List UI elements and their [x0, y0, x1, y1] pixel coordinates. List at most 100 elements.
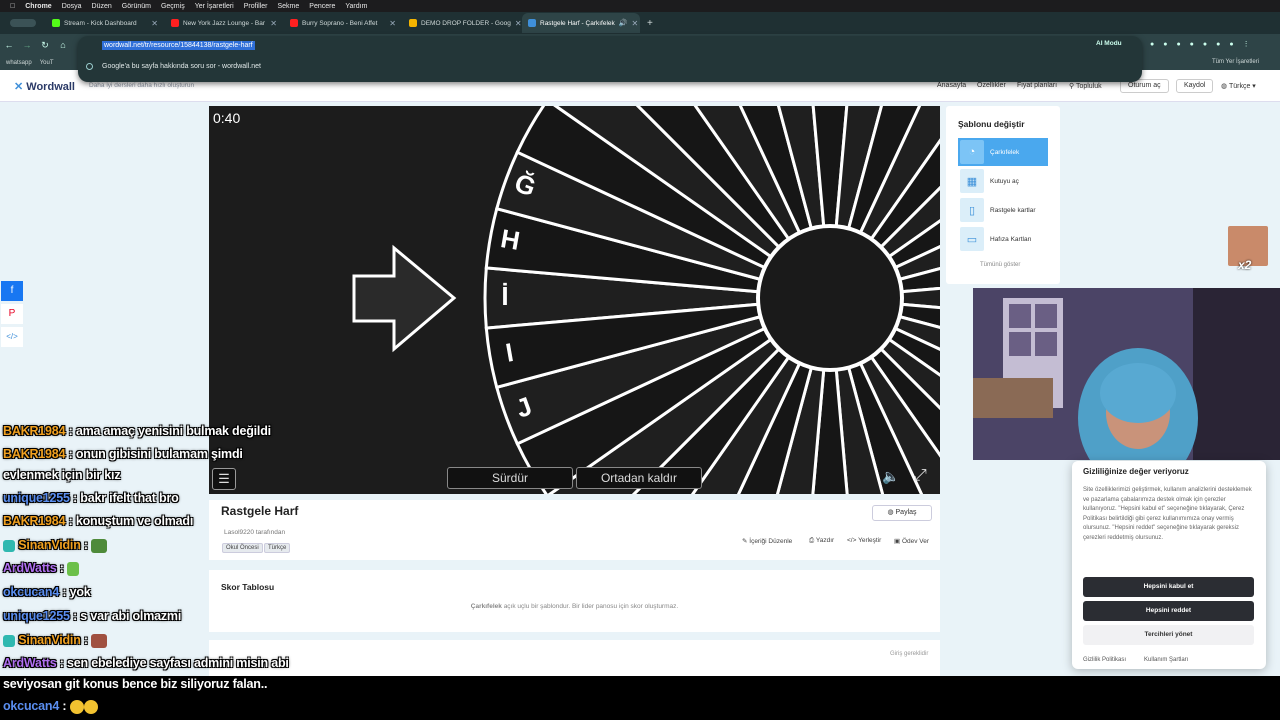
tab-group-pill[interactable] — [0, 13, 46, 33]
embed-link[interactable]: </> Yerleştir — [847, 537, 881, 544]
volume-icon[interactable]: 🔈 — [882, 468, 899, 485]
chat-text: : sen ebelediye sayfası admini misin abi — [56, 656, 289, 670]
activity-author: Lasol9220 tarafından — [224, 529, 285, 536]
tab-jazz-lounge[interactable]: New York Jazz Lounge - Bar ✕ — [165, 13, 283, 33]
manage-preferences-button[interactable]: Tercihleri yönet — [1083, 625, 1254, 645]
back-icon[interactable]: ← — [0, 40, 18, 50]
nav-home[interactable]: Anasayfa — [937, 82, 966, 89]
remove-button[interactable]: Ortadan kaldır — [576, 467, 702, 489]
youtube-icon — [171, 19, 179, 27]
resume-button[interactable]: Sürdür — [447, 467, 573, 489]
print-label: Yazdır — [815, 537, 835, 544]
menu-history[interactable]: Geçmiş — [161, 3, 185, 10]
wheel-letter: İ — [501, 281, 508, 311]
template-random-cards[interactable]: ▯ Rastgele kartlar — [958, 196, 1048, 224]
omnibox-dropdown[interactable]: wordwall.net/tr/resource/15844138/rastge… — [78, 36, 1142, 82]
cookie-text: Site özelliklerimizi geliştirmek, kullan… — [1083, 487, 1252, 541]
menu-edit[interactable]: Düzen — [92, 3, 112, 10]
forward-icon[interactable]: → — [18, 40, 36, 50]
gemini-icon — [86, 63, 93, 70]
fullscreen-icon[interactable]: ⤢ — [914, 467, 927, 485]
menu-window[interactable]: Pencere — [309, 3, 335, 10]
menu-file[interactable]: Dosya — [62, 3, 82, 10]
assign-link[interactable]: ▣ Ödev Ver — [894, 537, 929, 545]
tag-turkish[interactable]: Türkçe — [264, 543, 291, 553]
nav-community[interactable]: ⚲ Topluluk — [1069, 82, 1102, 90]
signup-button[interactable]: Kaydol — [1176, 79, 1214, 93]
tab-burry-soprano[interactable]: Burry Soprano - Beni Affet ✕ — [284, 13, 402, 33]
speaker-icon[interactable]: 🔊 — [619, 19, 628, 27]
print-link[interactable]: ⎙ Yazdır — [809, 537, 834, 545]
author-name[interactable]: Lasol9220 — [224, 529, 254, 536]
youtube-icon — [290, 19, 298, 27]
extension-icons[interactable]: ●●●●●●●⋮ — [1150, 40, 1259, 48]
tab-strip: Stream - Kick Dashboard ✕ New York Jazz L… — [0, 12, 1280, 34]
chat-username: unique1255 — [3, 491, 70, 505]
template-open-box[interactable]: ▦ Kutuyu aç — [958, 167, 1048, 195]
menu-profiles[interactable]: Profiller — [244, 3, 268, 10]
tab-demo-drop-folder[interactable]: DEMO DROP FOLDER - Goog ✕ — [403, 13, 521, 33]
menu-tab[interactable]: Sekme — [277, 3, 299, 10]
chat-text: : konuştum ve olmadı — [65, 514, 194, 528]
menu-chrome[interactable]: Chrome — [25, 3, 51, 10]
menu-bookmarks[interactable]: Yer İşaretleri — [195, 3, 234, 10]
facebook-icon[interactable]: f — [1, 281, 23, 301]
close-icon[interactable]: ✕ — [389, 19, 396, 28]
cookie-title: Gizliliğinize değer veriyoruz — [1083, 467, 1189, 476]
all-bookmarks[interactable]: Tüm Yer İşaretleri — [1212, 59, 1259, 65]
language-select[interactable]: ◍ Türkçe ▾ — [1221, 82, 1256, 90]
search-icon: ⚲ — [1069, 83, 1075, 90]
reject-all-button[interactable]: Hepsini reddet — [1083, 601, 1254, 621]
chat-text: evlenmek için bir kız — [3, 468, 121, 482]
close-icon[interactable]: ✕ — [270, 19, 277, 28]
pinterest-icon[interactable]: P — [1, 304, 23, 324]
url-field[interactable]: wordwall.net/tr/resource/15844138/rastge… — [102, 41, 255, 50]
laughing-emoji-icon — [83, 699, 98, 714]
bookmark-whatsapp[interactable]: whatsapp — [6, 60, 32, 66]
new-tab-icon[interactable]: + — [647, 18, 653, 29]
tab-title: Burry Soprano - Beni Affet — [302, 19, 378, 27]
nav-pricing[interactable]: Fiyat planları — [1017, 82, 1057, 89]
tab-rastgele-harf[interactable]: Rastgele Harf - Çarkıfelek 🔊 ✕ — [522, 13, 640, 33]
flashcard-icon: ▭ — [960, 227, 984, 251]
tab-title: Stream - Kick Dashboard — [64, 19, 137, 27]
wordwall-icon — [528, 19, 536, 27]
edit-content-link[interactable]: ✎ İçeriği Düzenle — [742, 537, 792, 545]
game-area[interactable]: JIİHĞ — [209, 106, 940, 494]
accept-all-button[interactable]: Hepsini kabul et — [1083, 577, 1254, 597]
reload-icon[interactable]: ↻ — [36, 40, 54, 51]
chat-text: : bakr ifelt that bro — [69, 491, 179, 505]
privacy-policy-link[interactable]: Gizlilik Politikası — [1083, 657, 1126, 663]
nav-features[interactable]: Özellikler — [977, 82, 1006, 89]
omnibox-suggestion[interactable]: Google'a bu sayfa hakkında soru sor - wo… — [102, 63, 261, 70]
menu-help[interactable]: Yardım — [345, 3, 367, 10]
template-label: Kutuyu aç — [990, 177, 1019, 185]
embed-share-icon[interactable]: </> — [1, 327, 23, 347]
webcam-feed — [973, 288, 1280, 460]
wordwall-logo[interactable]: ✕ Wordwall — [14, 80, 75, 93]
terms-link[interactable]: Kullanım Şartları — [1144, 657, 1188, 663]
share-button[interactable]: ◍ Paylaş — [872, 505, 932, 521]
chat-message-continued: seviyosan git konus bence biz siliyoruz … — [3, 677, 267, 691]
nav-community-label: Topluluk — [1075, 83, 1102, 90]
tab-title: New York Jazz Lounge - Bar — [183, 19, 266, 27]
emote-multiplier: x2 — [1238, 258, 1252, 272]
template-wheel[interactable]: ◔ Çarkıfelek — [958, 138, 1048, 166]
chat-username: okcucan4 — [3, 585, 60, 599]
spin-wheel[interactable]: JIİHĞ — [209, 106, 940, 494]
close-icon[interactable]: ✕ — [515, 19, 521, 28]
author-suffix: tarafından — [255, 529, 286, 536]
home-icon[interactable]: ⌂ — [54, 40, 72, 50]
bookmark-youtube[interactable]: YouT — [40, 60, 54, 66]
ai-mode-button[interactable]: AI Modu — [1096, 40, 1122, 47]
hamburger-menu-icon[interactable]: ☰ — [212, 468, 236, 490]
template-flash-cards[interactable]: ▭ Hafıza Kartları — [958, 225, 1048, 253]
apple-icon[interactable]:  — [10, 3, 15, 10]
show-all-link[interactable]: Tümünü göster — [980, 262, 1020, 268]
tag-preschool[interactable]: Okul Öncesi — [222, 543, 263, 553]
tab-kick-dashboard[interactable]: Stream - Kick Dashboard ✕ — [46, 13, 164, 33]
template-panel-title: Şablonu değiştir — [958, 119, 1025, 129]
menu-view[interactable]: Görünüm — [122, 3, 151, 10]
close-icon[interactable]: ✕ — [632, 19, 639, 28]
close-icon[interactable]: ✕ — [151, 19, 158, 28]
